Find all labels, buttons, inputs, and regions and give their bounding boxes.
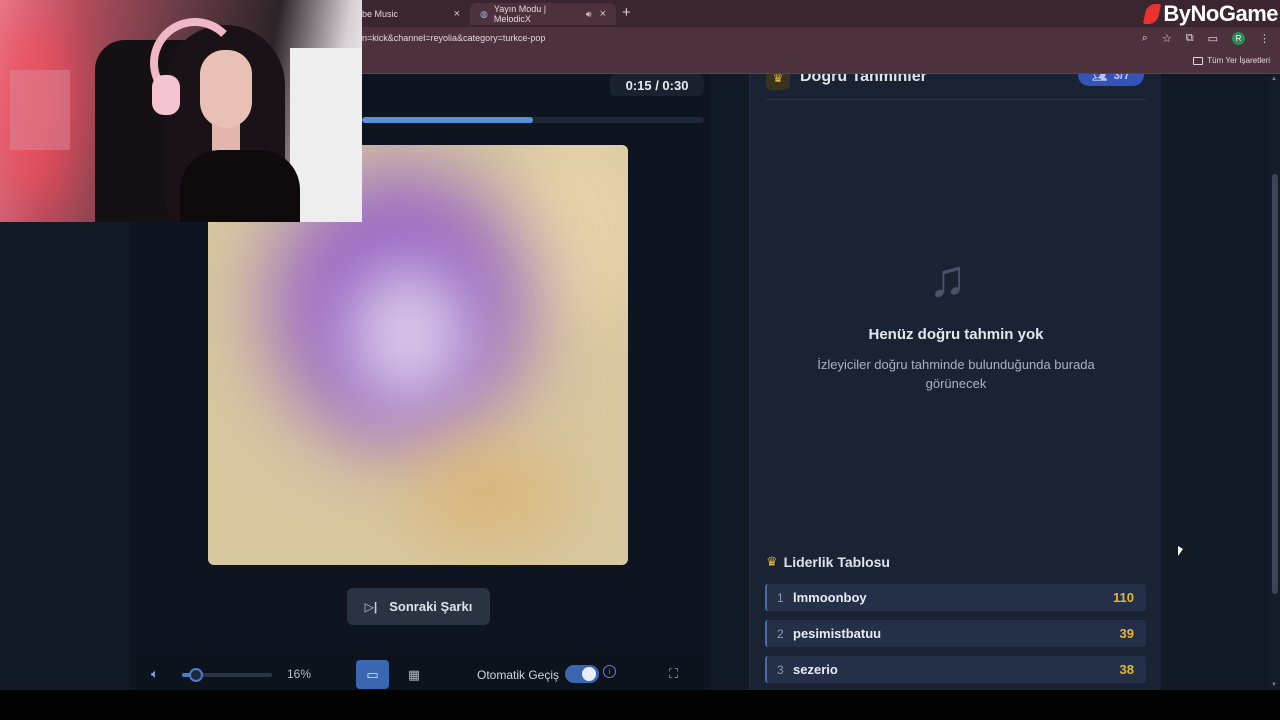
mouse-cursor-icon (1178, 546, 1183, 556)
guesses-panel: ♛ Doğru Tahminler 👥︎ 3/7 ♫ Henüz doğru t… (749, 74, 1161, 690)
folder-icon (1193, 56, 1204, 65)
all-bookmarks-label: Tüm Yer İşaretleri (1207, 56, 1270, 65)
scrollbar-thumb[interactable] (1272, 174, 1278, 594)
leaderboard-rank: 1 (777, 590, 784, 605)
webcam-overlay (0, 0, 362, 222)
close-tab-icon[interactable]: × (600, 8, 606, 20)
volume-slider[interactable] (182, 668, 272, 682)
empty-state-subtitle: İzleyiciler doğru tahminde bulunduğunda … (817, 357, 1095, 391)
menu-icon[interactable]: ⋮ (1259, 32, 1270, 45)
volume-percent: 16% (287, 667, 312, 681)
film-icon: ▦ (407, 666, 421, 682)
info-icon[interactable]: i (603, 665, 616, 678)
player-controls: 🔈︎ 16% ▭ ▦ Otomatik Geçiş i ⛶ (135, 654, 705, 690)
next-song-button[interactable]: ▷| Sonraki Şarkı (347, 588, 490, 625)
leaderboard-name: pesimistbatuu (793, 626, 882, 641)
leaderboard-name: lmmoonboy (793, 590, 867, 605)
speaker-icon[interactable]: 🔊︎ (586, 9, 592, 20)
leaderboard-score: 38 (1119, 662, 1134, 677)
leaderboard-score: 39 (1119, 626, 1134, 641)
bottom-black-bar (0, 690, 1280, 720)
tab-label: Yayın Modu | MelodicX (493, 4, 547, 24)
monitor-icon: ▭ (366, 666, 379, 682)
screen: be Music × ◍ Yayın Modu | MelodicX 🔊︎ × … (0, 0, 1280, 720)
leaderboard-title-text: Liderlik Tablosu (783, 554, 890, 570)
leaderboard-title: ♛ Liderlik Tablosu (766, 554, 890, 570)
progress-fill (362, 117, 533, 123)
bynogame-logo-icon (1143, 4, 1162, 24)
auto-advance-label: Otomatik Geçiş (477, 668, 560, 682)
address-bar-actions: ⌕ ☆ ⧉ ▭ R ⋮ (1142, 32, 1270, 45)
cast-icon[interactable]: ▭ (1208, 32, 1218, 45)
progress-bar (362, 117, 704, 123)
music-note-icon: ♫ (928, 250, 967, 308)
leaderboard-name: sezerio (793, 662, 838, 677)
leaderboard-row: 3 sezerio 38 (765, 656, 1146, 683)
leaderboard-score: 110 (1113, 590, 1134, 605)
leaderboard-list: 1 lmmoonboy 110 2 pesimistbatuu 39 3 sez… (765, 584, 1146, 690)
volume-slider-knob[interactable] (189, 668, 204, 682)
bynogame-watermark: ByNoGame (1143, 1, 1278, 27)
close-tab-icon[interactable]: × (454, 8, 460, 20)
crown-icon: ♛ (766, 554, 778, 569)
crown-icon: ♛ (766, 74, 790, 90)
users-icon: 👥︎ (1092, 74, 1108, 82)
empty-state-title: Henüz doğru tahmin yok (868, 326, 1044, 343)
scroll-up-icon[interactable]: ▲ (1271, 76, 1277, 82)
url-field[interactable]: n=kick&channel=reyolia&category=turkce-p… (362, 33, 545, 43)
zoom-icon[interactable]: ⌕ (1142, 32, 1148, 45)
guess-count-badge: 👥︎ 3/7 (1078, 74, 1144, 86)
all-bookmarks[interactable]: Tüm Yer İşaretleri (1193, 56, 1270, 65)
leaderboard-rank: 2 (777, 626, 784, 641)
desktop-mode-button[interactable]: ▭ (356, 660, 389, 689)
scroll-down-icon[interactable]: ▼ (1271, 682, 1277, 688)
page-scrollbar[interactable]: ▲ ▼ (1270, 74, 1280, 690)
tab-label: be Music (362, 9, 399, 19)
leaderboard-row: 1 lmmoonboy 110 (765, 584, 1146, 611)
leaderboard-row: 2 pesimistbatuu 39 (765, 620, 1146, 647)
tab-youtube-music[interactable]: be Music × (352, 3, 470, 25)
profile-avatar[interactable]: R (1232, 32, 1245, 45)
watermark-text: ByNoGame (1163, 1, 1278, 26)
fullscreen-icon[interactable]: ⛶ (669, 666, 678, 682)
extensions-icon[interactable]: ⧉ (1186, 32, 1194, 45)
toggle-knob (582, 667, 596, 681)
playback-time: 0:15 / 0:30 (610, 74, 704, 96)
globe-icon: ◍ (480, 8, 488, 19)
guesses-header: ♛ Doğru Tahminler 👥︎ 3/7 (766, 74, 1146, 100)
skip-forward-icon: ▷| (364, 599, 378, 614)
tab-melodicx[interactable]: ◍ Yayın Modu | MelodicX 🔊︎ × (470, 3, 616, 25)
guesses-title: Doğru Tahminler (800, 74, 927, 85)
film-mode-button[interactable]: ▦ (401, 660, 427, 689)
leaderboard-rank: 3 (777, 662, 784, 677)
bookmark-star-icon[interactable]: ☆ (1162, 32, 1172, 45)
new-tab-button[interactable]: + (622, 4, 631, 21)
next-song-label: Sonraki Şarkı (389, 599, 473, 614)
volume-icon[interactable]: 🔈︎ (151, 666, 159, 682)
guess-count: 3/7 (1113, 74, 1130, 82)
auto-advance-toggle[interactable] (565, 665, 599, 683)
